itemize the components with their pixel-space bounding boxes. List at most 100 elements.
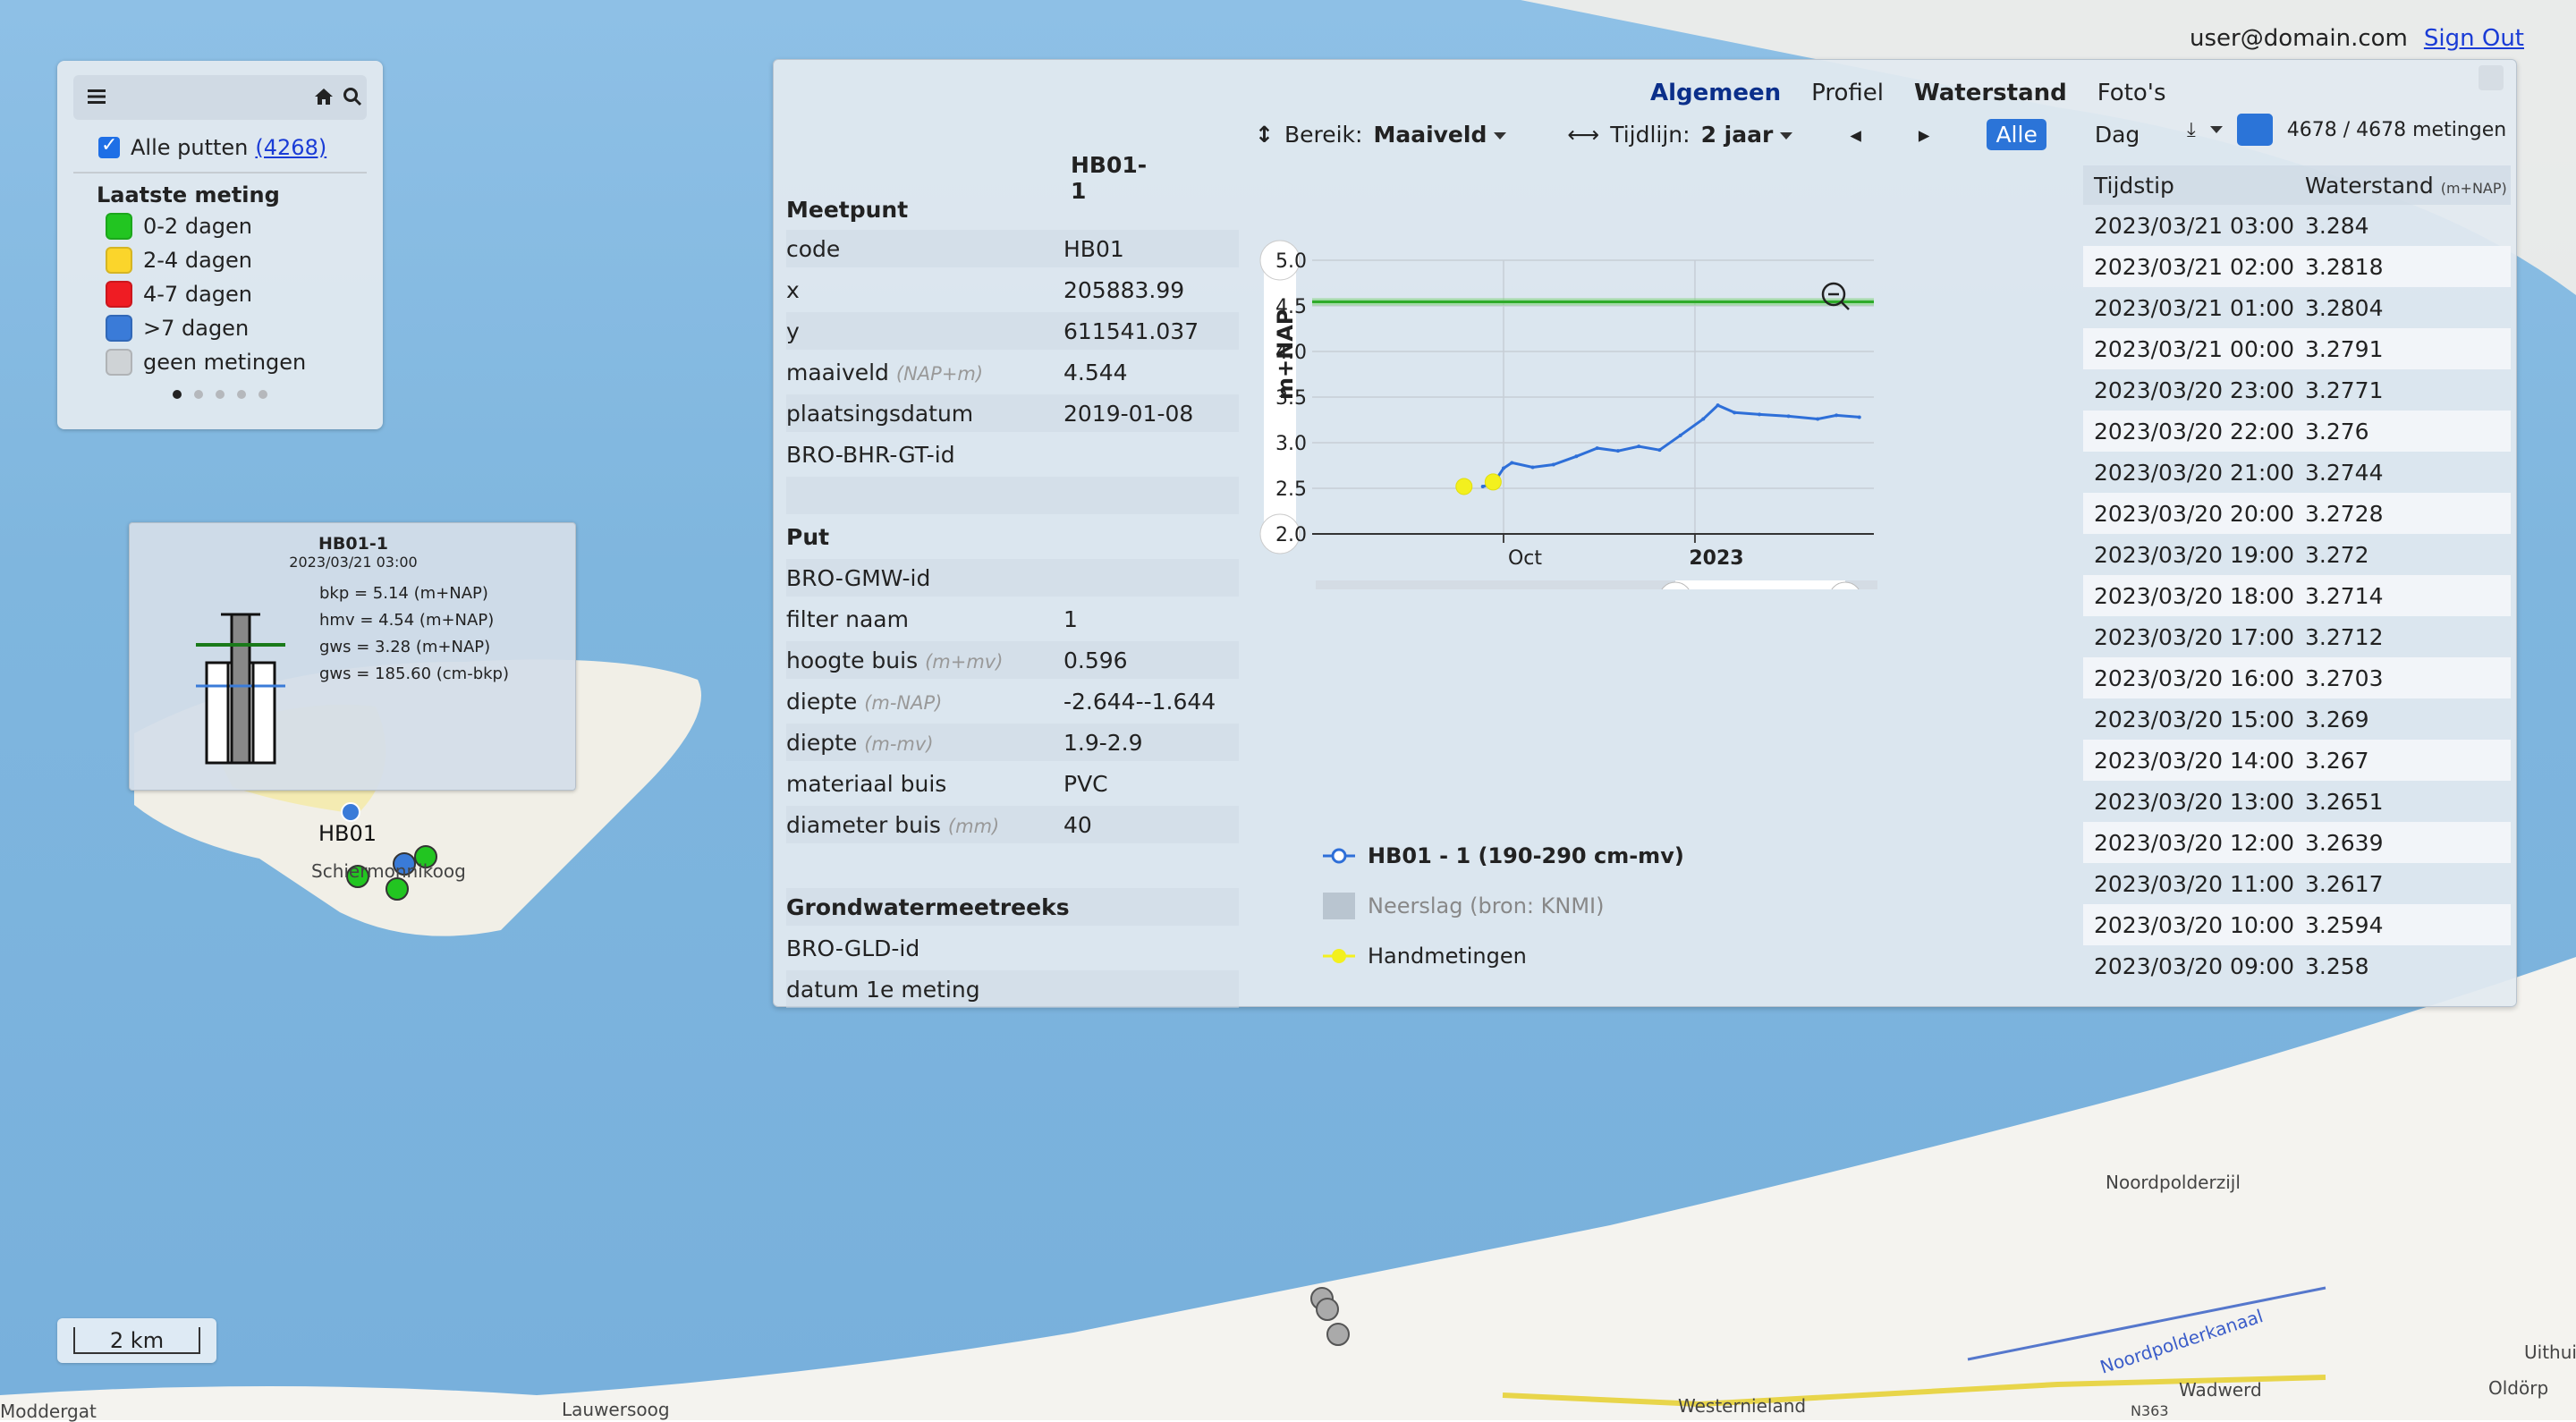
pager-dot[interactable] bbox=[216, 390, 225, 399]
timeline-select[interactable]: 2 jaar bbox=[1701, 122, 1793, 148]
table-row[interactable]: 2023/03/20 09:00 3.258 bbox=[2083, 945, 2511, 986]
table-row[interactable]: 2023/03/20 23:00 3.2771 bbox=[2083, 369, 2511, 411]
cell-tijdstip: 2023/03/20 21:00 bbox=[2094, 459, 2295, 486]
cell-waterstand: 3.276 bbox=[2305, 418, 2369, 444]
popup-values: bkp = 5.14 (m+NAP) hmv = 4.54 (m+NAP) gw… bbox=[319, 580, 509, 688]
table-row[interactable]: 2023/03/20 12:00 3.2639 bbox=[2083, 822, 2511, 863]
cell-waterstand: 3.2791 bbox=[2305, 335, 2384, 362]
y-tick-label: 2.5 bbox=[1275, 478, 1307, 501]
table-row[interactable]: 2023/03/20 10:00 3.2594 bbox=[2083, 904, 2511, 945]
pager-dot[interactable] bbox=[258, 390, 267, 399]
cell-waterstand: 3.2594 bbox=[2305, 911, 2384, 938]
table-row[interactable]: 2023/03/20 19:00 3.272 bbox=[2083, 534, 2511, 575]
next-icon[interactable]: ▸ bbox=[1919, 122, 1930, 148]
waterstand-chart[interactable]: 2.02.53.03.54.04.55.0Oct20232023 bbox=[1257, 160, 1901, 589]
table-row[interactable]: 2023/03/20 14:00 3.267 bbox=[2083, 740, 2511, 781]
all-wells-label: Alle putten bbox=[131, 135, 249, 160]
info-key: diepte bbox=[786, 688, 858, 715]
legend-series[interactable]: Neerslag (bron: KNMI) bbox=[1323, 881, 1684, 931]
pager-dot[interactable] bbox=[194, 390, 203, 399]
series-point bbox=[1857, 415, 1861, 419]
pager-dot[interactable] bbox=[237, 390, 246, 399]
all-wells-row[interactable]: Alle putten (4268) bbox=[73, 131, 367, 165]
handmeting-point[interactable] bbox=[1455, 478, 1473, 495]
well-marker-selected[interactable] bbox=[341, 802, 360, 822]
user-email: user@domain.com bbox=[2189, 25, 2408, 52]
series-point bbox=[1716, 403, 1720, 408]
table-row[interactable]: 2023/03/20 18:00 3.2714 bbox=[2083, 575, 2511, 616]
series-point bbox=[1678, 433, 1682, 437]
navigator-window[interactable] bbox=[1675, 580, 1845, 589]
section-title: Meetpunt bbox=[786, 196, 909, 223]
prev-icon[interactable]: ◂ bbox=[1850, 122, 1861, 148]
chevron-down-icon[interactable] bbox=[2209, 126, 2223, 133]
legend-series[interactable]: HB01 - 1 (190-290 cm-mv) bbox=[1323, 831, 1684, 881]
cell-waterstand: 3.2712 bbox=[2305, 623, 2384, 650]
table-row[interactable]: 2023/03/20 21:00 3.2744 bbox=[2083, 452, 2511, 493]
column-header[interactable]: Tijdstip bbox=[2083, 173, 2305, 199]
menu-icon[interactable] bbox=[86, 86, 107, 107]
sign-out-link[interactable]: Sign Out bbox=[2424, 25, 2524, 52]
pager-dot[interactable] bbox=[173, 390, 182, 399]
user-bar: user@domain.com Sign Out bbox=[2190, 25, 2524, 52]
tab-algemeen[interactable]: Algemeen bbox=[1650, 80, 1781, 106]
info-key: BRO-GLD-id bbox=[786, 935, 920, 961]
download-icon[interactable]: ⤓ bbox=[2187, 119, 2196, 141]
well-marker[interactable] bbox=[1326, 1323, 1350, 1346]
range-label: Bereik: bbox=[1284, 122, 1363, 148]
cell-waterstand: 3.267 bbox=[2305, 747, 2369, 774]
table-row[interactable]: 2023/03/20 13:00 3.2651 bbox=[2083, 781, 2511, 822]
table-row[interactable]: 2023/03/21 03:00 3.284 bbox=[2083, 205, 2511, 246]
legend-item: >7 dagen bbox=[106, 311, 367, 345]
series-point bbox=[1637, 444, 1641, 449]
well-diagram bbox=[196, 613, 285, 765]
y-tick-label: 2.0 bbox=[1275, 524, 1307, 546]
tab-profiel[interactable]: Profiel bbox=[1811, 80, 1884, 106]
cell-tijdstip: 2023/03/20 12:00 bbox=[2094, 829, 2295, 856]
x-tick-label: Oct bbox=[1508, 547, 1542, 570]
table-row[interactable]: 2023/03/20 20:00 3.2728 bbox=[2083, 493, 2511, 534]
table-row[interactable]: 2023/03/20 22:00 3.276 bbox=[2083, 411, 2511, 452]
all-wells-checkbox[interactable] bbox=[98, 134, 120, 158]
series-point bbox=[1530, 465, 1535, 470]
legend-toolbar bbox=[73, 75, 367, 120]
close-button[interactable] bbox=[2479, 65, 2504, 90]
cell-tijdstip: 2023/03/20 16:00 bbox=[2094, 664, 2295, 691]
scale-label: 2 km bbox=[73, 1327, 200, 1354]
table-row[interactable]: 2023/03/20 17:00 3.2712 bbox=[2083, 616, 2511, 657]
info-row-empty bbox=[786, 477, 1239, 514]
tab-waterstand[interactable]: Waterstand bbox=[1914, 80, 2067, 106]
table-row[interactable]: 2023/03/21 01:00 3.2804 bbox=[2083, 287, 2511, 328]
legend-series[interactable]: Handmetingen bbox=[1323, 931, 1684, 981]
cell-tijdstip: 2023/03/21 00:00 bbox=[2094, 335, 2295, 362]
measurements-table[interactable]: Tijdstip Waterstand (m+NAP) 2023/03/21 0… bbox=[2083, 165, 2511, 1003]
tab-fotos[interactable]: Foto's bbox=[2097, 80, 2166, 106]
search-icon[interactable] bbox=[342, 86, 363, 107]
place-label: Uithuiz bbox=[2524, 1342, 2576, 1363]
table-icon[interactable] bbox=[2236, 114, 2273, 146]
series-point bbox=[1574, 454, 1579, 459]
series-line[interactable] bbox=[1482, 403, 1860, 488]
cell-tijdstip: 2023/03/20 13:00 bbox=[2094, 788, 2295, 815]
series-point bbox=[1615, 449, 1620, 453]
table-row[interactable]: 2023/03/21 00:00 3.2791 bbox=[2083, 328, 2511, 369]
all-wells-count-link[interactable]: (4268) bbox=[255, 135, 326, 160]
info-value: 611541.037 bbox=[1063, 317, 1199, 344]
handmeting-point[interactable] bbox=[1484, 473, 1502, 491]
well-marker[interactable] bbox=[1316, 1298, 1339, 1321]
cell-waterstand: 3.2714 bbox=[2305, 582, 2384, 609]
place-label: Noordpolderzijl bbox=[2106, 1172, 2241, 1193]
table-row[interactable]: 2023/03/20 11:00 3.2617 bbox=[2083, 863, 2511, 904]
y-tick-label: 3.0 bbox=[1275, 433, 1307, 455]
column-header[interactable]: Waterstand (m+NAP) bbox=[2305, 173, 2507, 199]
all-button[interactable]: Alle bbox=[1987, 119, 2046, 150]
table-row[interactable]: 2023/03/21 02:00 3.2818 bbox=[2083, 246, 2511, 287]
table-row[interactable]: 2023/03/20 16:00 3.2703 bbox=[2083, 657, 2511, 698]
legend-series-label: Neerslag (bron: KNMI) bbox=[1368, 893, 1605, 918]
range-select[interactable]: Maaiveld bbox=[1373, 122, 1507, 148]
table-row[interactable]: 2023/03/20 15:00 3.269 bbox=[2083, 698, 2511, 740]
home-icon[interactable] bbox=[313, 86, 335, 107]
day-button[interactable]: Dag bbox=[2095, 122, 2140, 148]
info-row: datum 1e meting bbox=[786, 970, 1239, 1008]
dot-marker-icon bbox=[1323, 949, 1355, 963]
